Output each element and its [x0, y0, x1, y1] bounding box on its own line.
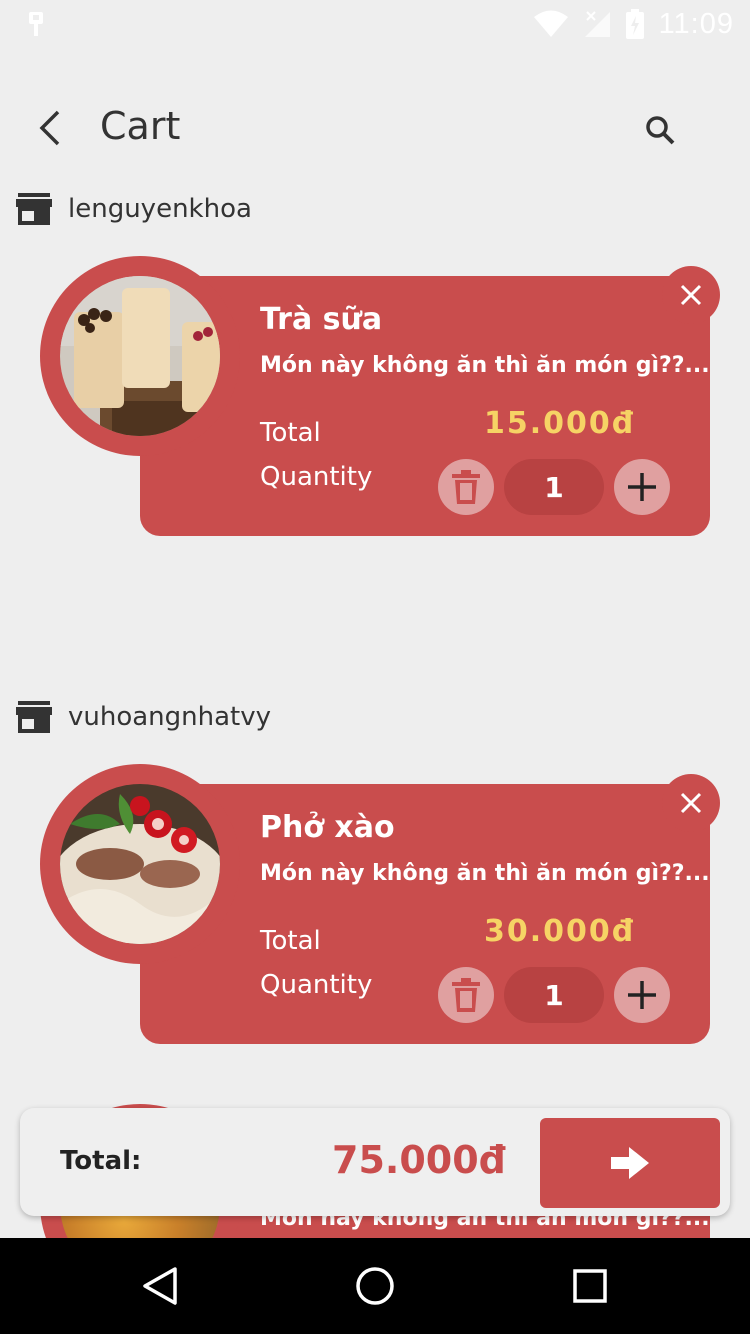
increase-quantity-button[interactable] — [614, 459, 670, 515]
status-bar: 11:09 — [0, 0, 750, 48]
item-description: Món này không ăn thì ăn món gì??... — [260, 861, 710, 886]
shop-name: vuhoangnhatvy — [68, 702, 272, 732]
delete-item-button[interactable] — [438, 967, 494, 1023]
arrow-right-icon — [611, 1147, 649, 1179]
item-image — [60, 784, 220, 944]
system-nav-bar — [0, 1238, 750, 1334]
shop-header[interactable]: lenguyenkhoa — [16, 193, 252, 225]
shop-icon — [16, 193, 52, 225]
item-image — [60, 276, 220, 436]
item-total-label: Total — [260, 418, 321, 448]
nav-home-icon — [356, 1267, 394, 1305]
close-icon — [680, 792, 702, 814]
item-total-label: Total — [260, 926, 321, 956]
quantity-value: 1 — [504, 967, 604, 1023]
cart-total-value: 75.000đ — [332, 1138, 506, 1182]
item-name: Phở xào — [260, 810, 395, 845]
plus-icon — [628, 981, 656, 1009]
item-description: Món này không ăn thì ăn món gì??... — [260, 353, 710, 378]
cart-total-label: Total: — [60, 1146, 142, 1176]
checkout-button[interactable] — [540, 1118, 720, 1208]
close-icon — [680, 284, 702, 306]
item-name: Trà sữa — [260, 302, 383, 337]
item-price: 15.000đ — [484, 406, 636, 441]
search-icon — [646, 116, 675, 145]
nav-back-icon — [143, 1267, 177, 1305]
nav-home-button[interactable] — [351, 1262, 399, 1310]
cart-item[interactable]: Trà sữa Món này không ăn thì ăn món gì??… — [40, 256, 720, 536]
status-time: 11:09 — [658, 7, 734, 40]
cart-item[interactable]: Phở xào Món này không ăn thì ăn món gì??… — [40, 764, 720, 1044]
total-bar: Total: 75.000đ — [20, 1108, 730, 1216]
item-quantity-label: Quantity — [260, 462, 373, 492]
trash-icon — [452, 978, 480, 1012]
shop-icon — [16, 701, 52, 733]
plus-icon — [628, 473, 656, 501]
item-price: 30.000đ — [484, 914, 636, 949]
status-icons: 11:09 — [533, 6, 734, 42]
app-bar: Cart — [0, 86, 750, 170]
page-title: Cart — [100, 104, 181, 148]
remove-item-button[interactable] — [662, 266, 720, 324]
remove-item-button[interactable] — [662, 774, 720, 832]
quantity-value: 1 — [504, 459, 604, 515]
shop-name: lenguyenkhoa — [68, 194, 252, 224]
battery-icon — [625, 9, 644, 39]
back-button[interactable] — [28, 106, 72, 150]
back-icon — [39, 110, 60, 146]
notification-icon — [29, 12, 43, 36]
increase-quantity-button[interactable] — [614, 967, 670, 1023]
nav-recents-icon — [573, 1269, 607, 1303]
search-button[interactable] — [636, 106, 684, 154]
wifi-icon — [533, 10, 568, 37]
signal-icon — [584, 11, 610, 37]
trash-icon — [452, 470, 480, 504]
shop-header[interactable]: vuhoangnhatvy — [16, 701, 271, 733]
item-quantity-label: Quantity — [260, 970, 373, 1000]
delete-item-button[interactable] — [438, 459, 494, 515]
nav-back-button[interactable] — [136, 1262, 184, 1310]
nav-recents-button[interactable] — [566, 1262, 614, 1310]
